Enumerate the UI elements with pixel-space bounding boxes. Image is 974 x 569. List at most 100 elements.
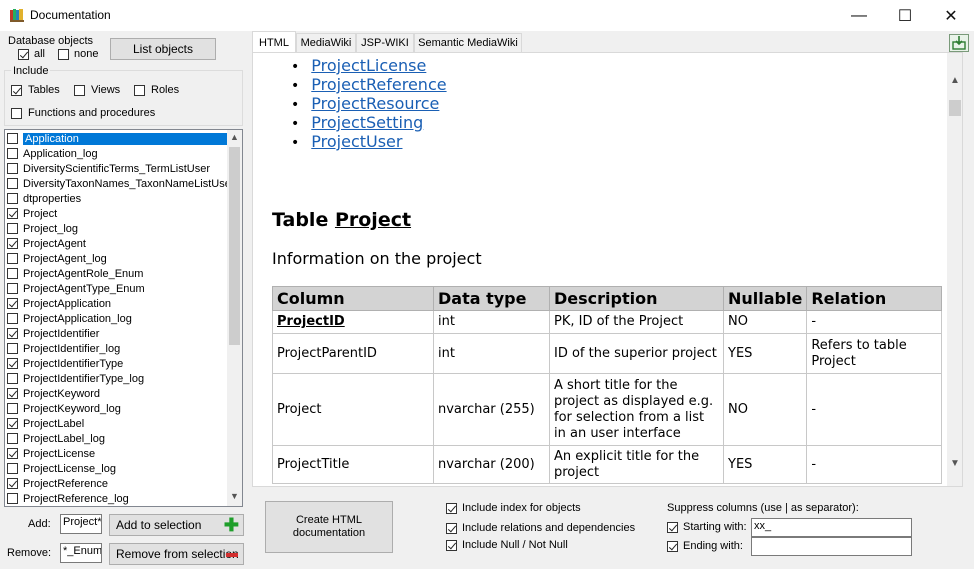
tab-jsp-wiki[interactable]: JSP-WIKI [356, 33, 414, 52]
list-item-checkbox[interactable] [7, 163, 18, 174]
table-row: ProjectParentID int ID of the superior pro… [272, 333, 943, 374]
table-heading-name[interactable]: Project [335, 209, 411, 231]
list-item[interactable]: DiversityTaxonNames_TaxonNameListUser [7, 176, 229, 191]
scroll-down-icon[interactable]: ▼ [950, 458, 960, 469]
list-item[interactable]: ProjectIdentifier [7, 326, 229, 341]
list-item-checkbox[interactable] [7, 268, 18, 279]
maximize-button[interactable]: ☐ [882, 0, 928, 31]
tables-checkbox[interactable]: Tables [11, 84, 60, 96]
scroll-up-icon[interactable]: ▲ [230, 132, 239, 142]
tab-semantic-mediawiki[interactable]: Semantic MediaWiki [414, 33, 522, 52]
list-item-label: DiversityTaxonNames_TaxonNameListUser [23, 177, 229, 190]
list-item-checkbox[interactable] [7, 313, 18, 324]
list-item[interactable]: ProjectLicense [7, 446, 229, 461]
list-item-checkbox[interactable] [7, 358, 18, 369]
doc-link[interactable]: ProjectLicense [311, 56, 426, 75]
remove-pattern-input[interactable]: *_Enum [60, 543, 102, 563]
minimize-button[interactable]: — [836, 0, 882, 31]
preview-scrollbar[interactable]: ▲ ▼ [947, 53, 962, 486]
export-icon[interactable] [949, 34, 969, 52]
list-item-checkbox[interactable] [7, 463, 18, 474]
list-item-checkbox[interactable] [7, 328, 18, 339]
tab-html[interactable]: HTML [252, 31, 296, 53]
tab-mediawiki[interactable]: MediaWiki [296, 33, 356, 52]
object-list-scrollbar[interactable]: ▲ ▼ [227, 130, 242, 506]
list-item[interactable]: ProjectReference_log [7, 491, 229, 506]
preview-scrollbar-thumb[interactable] [949, 100, 961, 116]
list-item-label: DiversityScientificTerms_TermListUser [23, 162, 211, 175]
list-item-checkbox[interactable] [7, 133, 18, 144]
list-item-checkbox[interactable] [7, 403, 18, 414]
list-item[interactable]: ProjectLabel_log [7, 431, 229, 446]
tab-html-label: HTML [259, 36, 289, 49]
scroll-up-icon[interactable]: ▲ [950, 75, 960, 86]
list-item[interactable]: Project [7, 206, 229, 221]
list-item-checkbox[interactable] [7, 388, 18, 399]
close-button[interactable]: ✕ [928, 0, 974, 31]
list-item[interactable]: dtproperties [7, 191, 229, 206]
list-item[interactable]: ProjectIdentifierType [7, 356, 229, 371]
list-item[interactable]: Application_log [7, 146, 229, 161]
none-checkbox[interactable]: none [58, 48, 98, 60]
ending-with-input[interactable] [751, 537, 912, 556]
roles-checkbox[interactable]: Roles [134, 84, 179, 96]
list-item-checkbox[interactable] [7, 148, 18, 159]
doc-link[interactable]: ProjectReference [311, 75, 446, 94]
list-item-checkbox[interactable] [7, 208, 18, 219]
ending-with-checkbox[interactable]: Ending with: [667, 540, 743, 552]
list-item-checkbox[interactable] [7, 253, 18, 264]
list-item[interactable]: ProjectAgentRole_Enum [7, 266, 229, 281]
list-item[interactable]: ProjectIdentifierType_log [7, 371, 229, 386]
remove-from-selection-button[interactable]: Remove from selection [109, 543, 244, 565]
table-cell-column: ProjectTitle [272, 445, 434, 484]
list-item-checkbox[interactable] [7, 493, 18, 504]
list-item-checkbox[interactable] [7, 238, 18, 249]
list-item-checkbox[interactable] [7, 373, 18, 384]
list-item[interactable]: DiversityScientificTerms_TermListUser [7, 161, 229, 176]
list-item[interactable]: ProjectAgent_log [7, 251, 229, 266]
list-item-checkbox[interactable] [7, 283, 18, 294]
documentation-preview[interactable]: • ProjectLicense • ProjectReference • Project… [252, 52, 963, 487]
list-item[interactable]: ProjectAgent [7, 236, 229, 251]
list-item[interactable]: ProjectKeyword [7, 386, 229, 401]
list-item-checkbox[interactable] [7, 298, 18, 309]
table-cell-type: nvarchar (255) [433, 373, 550, 446]
doc-link[interactable]: ProjectUser [311, 132, 402, 151]
starting-with-checkbox[interactable]: Starting with: [667, 521, 747, 533]
include-index-checkbox[interactable]: Include index for objects [446, 502, 581, 514]
list-item-checkbox[interactable] [7, 178, 18, 189]
add-to-selection-button[interactable]: Add to selection ✚ [109, 514, 244, 536]
list-item[interactable]: ProjectReference [7, 476, 229, 491]
list-item[interactable]: ProjectAgentType_Enum [7, 281, 229, 296]
views-checkbox[interactable]: Views [74, 84, 120, 96]
list-item-checkbox[interactable] [7, 478, 18, 489]
list-item-checkbox[interactable] [7, 193, 18, 204]
all-checkbox[interactable]: all [18, 48, 45, 60]
list-item[interactable]: ProjectIdentifier_log [7, 341, 229, 356]
list-item[interactable]: Application [7, 131, 229, 146]
list-item-checkbox[interactable] [7, 418, 18, 429]
doc-link[interactable]: ProjectSetting [311, 113, 423, 132]
create-html-button[interactable]: Create HTML documentation [265, 501, 393, 553]
plus-icon: ✚ [223, 515, 239, 535]
list-item-checkbox[interactable] [7, 223, 18, 234]
list-item[interactable]: ProjectApplication_log [7, 311, 229, 326]
list-item[interactable]: ProjectLabel [7, 416, 229, 431]
functions-checkbox[interactable]: Functions and procedures [11, 107, 155, 119]
list-item-checkbox[interactable] [7, 433, 18, 444]
list-objects-button[interactable]: List objects [110, 38, 216, 60]
list-item[interactable]: Project_log [7, 221, 229, 236]
include-null-checkbox[interactable]: Include Null / Not Null [446, 539, 568, 551]
add-pattern-input[interactable]: Project* [60, 514, 102, 534]
doc-link[interactable]: ProjectResource [311, 94, 439, 113]
include-relations-checkbox[interactable]: Include relations and dependencies [446, 522, 635, 534]
list-item[interactable]: ProjectKeyword_log [7, 401, 229, 416]
object-list[interactable]: Application Application_log DiversityScien… [4, 129, 243, 507]
list-item[interactable]: ProjectApplication [7, 296, 229, 311]
list-item-checkbox[interactable] [7, 343, 18, 354]
starting-with-input[interactable]: xx_ [751, 518, 912, 537]
list-item[interactable]: ProjectLicense_log [7, 461, 229, 476]
list-item-checkbox[interactable] [7, 448, 18, 459]
scroll-down-icon[interactable]: ▼ [230, 491, 239, 501]
scrollbar-thumb[interactable] [229, 147, 240, 345]
